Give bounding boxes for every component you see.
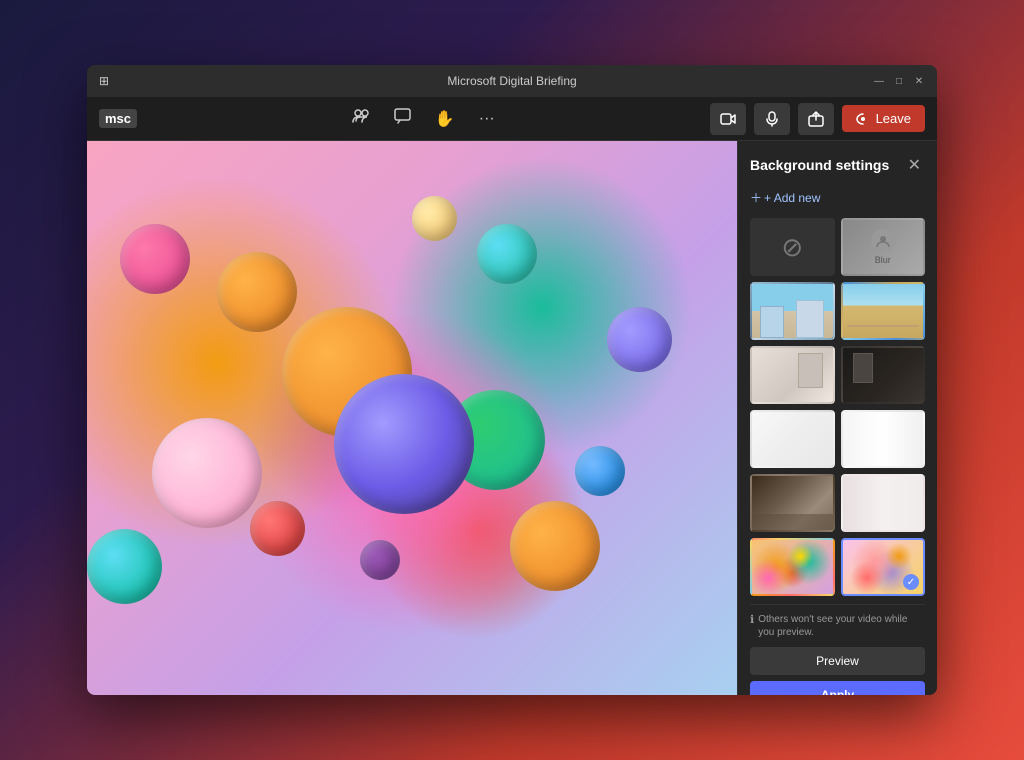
add-new-label: + Add new — [764, 191, 820, 205]
preview-note: ℹ Others won't see your video while you … — [750, 613, 925, 639]
microphone-button[interactable] — [754, 103, 790, 135]
background-none[interactable]: ⊘ — [750, 218, 835, 276]
ball-purple-tiny — [360, 540, 400, 580]
background-colorful2[interactable]: ✓ — [841, 538, 926, 596]
selected-checkmark: ✓ — [903, 574, 919, 590]
chat-icon[interactable] — [390, 104, 415, 133]
panel-footer: ℹ Others won't see your video while you … — [750, 604, 925, 695]
toolbar-left: msc — [99, 109, 137, 128]
plus-icon: ＋ — [750, 189, 762, 206]
background-minimal[interactable] — [841, 474, 926, 532]
background-settings-panel: Background settings ✕ ＋ + Add new ⊘ Blur — [737, 141, 937, 695]
panel-header: Background settings ✕ — [750, 153, 925, 177]
background-cafe[interactable] — [750, 474, 835, 532]
preview-button[interactable]: Preview — [750, 647, 925, 675]
more-options-icon[interactable]: ··· — [475, 106, 499, 132]
balls-container — [87, 141, 737, 695]
leave-button[interactable]: Leave — [842, 105, 925, 132]
raise-hand-icon[interactable]: ✋ — [431, 105, 459, 133]
title-bar-left: ⊞ — [99, 74, 109, 88]
ball-teal-small — [477, 224, 537, 284]
background-blur[interactable]: Blur — [841, 218, 926, 276]
background-outdoor[interactable] — [841, 282, 926, 340]
apply-button[interactable]: Apply — [750, 681, 925, 695]
ball-red-small — [250, 501, 305, 556]
ball-pink-med — [120, 224, 190, 294]
apply-label: Apply — [821, 688, 854, 695]
window-title: Microsoft Digital Briefing — [87, 74, 937, 88]
toolbar: msc ✋ ··· Leave — [87, 97, 937, 141]
window-controls: — □ ✕ — [873, 75, 925, 87]
ball-pink-large — [152, 418, 262, 528]
ball-orange-med — [217, 252, 297, 332]
background-white1[interactable] — [750, 410, 835, 468]
maximize-button[interactable]: □ — [893, 75, 905, 87]
title-bar: ⊞ Microsoft Digital Briefing — □ ✕ — [87, 65, 937, 97]
camera-button[interactable] — [710, 103, 746, 135]
ball-purple-small — [607, 307, 672, 372]
ball-yellow-small — [412, 196, 457, 241]
background-white2[interactable] — [841, 410, 926, 468]
blur-label: Blur — [875, 255, 891, 265]
toolbar-center: ✋ ··· — [348, 104, 499, 133]
none-icon: ⊘ — [781, 232, 803, 263]
ball-purple-large — [334, 374, 474, 514]
backgrounds-grid: ⊘ Blur — [750, 218, 925, 596]
ball-orange-med2 — [510, 501, 600, 591]
leave-label: Leave — [876, 111, 911, 126]
video-background — [87, 141, 737, 695]
ball-teal-med — [87, 529, 162, 604]
toolbar-right: Leave — [710, 103, 925, 135]
minimize-button[interactable]: — — [873, 75, 885, 87]
background-interior1[interactable] — [750, 346, 835, 404]
preview-label: Preview — [816, 654, 859, 668]
app-window: ⊞ Microsoft Digital Briefing — □ ✕ msc ✋… — [87, 65, 937, 695]
logo: msc — [99, 109, 137, 128]
background-office[interactable] — [750, 282, 835, 340]
main-content: Background settings ✕ ＋ + Add new ⊘ Blur — [87, 141, 937, 695]
panel-title: Background settings — [750, 157, 889, 173]
video-area — [87, 141, 737, 695]
participants-icon[interactable] — [348, 104, 374, 133]
app-icon: ⊞ — [99, 74, 109, 88]
blur-avatar — [871, 229, 895, 253]
share-button[interactable] — [798, 103, 834, 135]
close-button[interactable]: ✕ — [913, 75, 925, 87]
background-interior2[interactable] — [841, 346, 926, 404]
info-icon: ℹ — [750, 613, 754, 627]
preview-note-text: Others won't see your video while you pr… — [758, 613, 925, 639]
panel-close-button[interactable]: ✕ — [904, 153, 925, 177]
ball-blue-small — [575, 446, 625, 496]
add-new-button[interactable]: ＋ + Add new — [750, 187, 925, 208]
background-colorful1[interactable] — [750, 538, 835, 596]
